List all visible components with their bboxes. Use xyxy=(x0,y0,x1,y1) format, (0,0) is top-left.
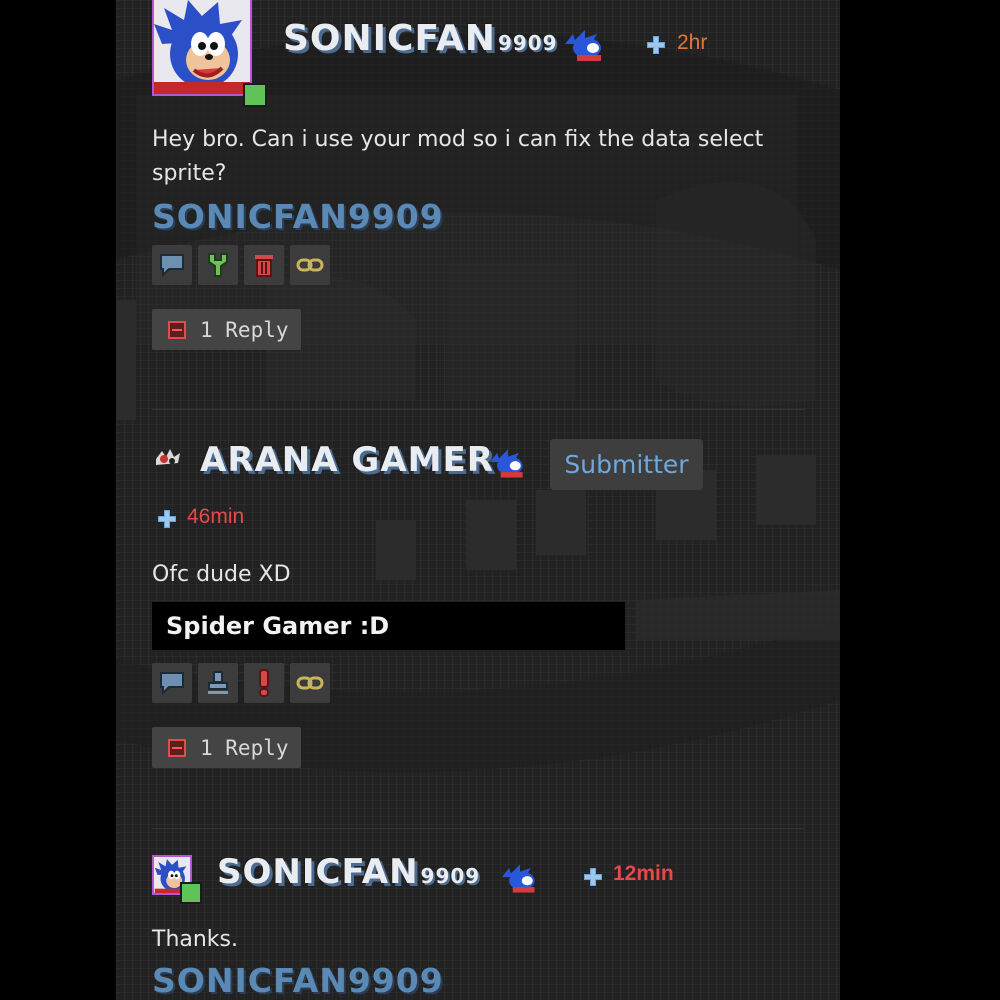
collapse-replies-button[interactable]: 1 Reply xyxy=(152,309,301,350)
link-icon xyxy=(296,258,324,272)
stamp-button[interactable] xyxy=(198,663,238,703)
reply-count-label: 1 Reply xyxy=(200,317,289,342)
stamp-icon xyxy=(208,671,228,694)
username-text: SONICFAN xyxy=(217,852,419,892)
plus-badge-icon xyxy=(158,510,176,528)
comment-body: Hey bro. Can i use your mod so i can fix… xyxy=(152,127,764,186)
report-button[interactable] xyxy=(244,663,284,703)
minus-icon xyxy=(168,738,186,757)
delete-button[interactable] xyxy=(244,245,284,285)
post-time[interactable]: 2hr xyxy=(677,31,707,55)
username[interactable]: SONICFAN 9909 xyxy=(283,18,558,59)
speech-bubble-icon xyxy=(160,672,184,695)
username[interactable]: SONICFAN 9909 xyxy=(217,852,480,892)
plus-badge-icon xyxy=(647,36,665,54)
plus-badge-icon xyxy=(584,868,602,886)
reply-count-label: 1 Reply xyxy=(200,735,289,760)
online-indicator xyxy=(243,83,267,107)
wrench-icon xyxy=(208,253,228,277)
sonic-rank-icon xyxy=(489,449,523,478)
reply-button[interactable] xyxy=(152,245,192,285)
sonic-avatar-icon xyxy=(154,0,250,94)
username-suffix: 9909 xyxy=(497,31,558,55)
username-text: SONICFAN xyxy=(283,18,496,59)
minus-icon xyxy=(168,320,186,339)
username[interactable]: ARANA GAMER xyxy=(200,440,494,480)
sonic-rank-icon xyxy=(565,30,601,61)
edit-button[interactable] xyxy=(198,245,238,285)
user-avatar[interactable] xyxy=(152,0,252,96)
signature-text: Spider Gamer :D xyxy=(166,612,390,640)
comment-body: Thanks. xyxy=(152,927,239,952)
exclamation-icon xyxy=(259,669,269,697)
comment-panel: SONICFAN 9909 2hr Hey bro. Can i use your… xyxy=(116,0,840,1000)
comment-body: Ofc dude XD xyxy=(152,562,291,587)
post-time[interactable]: 46min xyxy=(187,505,244,529)
sonic-rank-icon xyxy=(501,864,535,893)
comment-divider xyxy=(152,409,804,410)
submitter-badge: Submitter xyxy=(550,439,703,490)
signature: SONICFAN9909 xyxy=(152,197,444,236)
online-indicator xyxy=(180,882,202,904)
link-icon xyxy=(296,676,324,690)
comment-divider xyxy=(152,828,804,829)
post-time[interactable]: 12min xyxy=(613,862,674,886)
permalink-button[interactable] xyxy=(290,663,330,703)
reply-button[interactable] xyxy=(152,663,192,703)
username-suffix: 9909 xyxy=(420,864,481,888)
trash-icon xyxy=(255,255,273,277)
signature-banner: Spider Gamer :D xyxy=(152,602,625,650)
collapse-replies-button[interactable]: 1 Reply xyxy=(152,727,301,768)
signature: SONICFAN9909 xyxy=(152,961,444,1000)
spider-avatar-icon[interactable] xyxy=(152,445,182,469)
speech-bubble-icon xyxy=(160,254,184,277)
permalink-button[interactable] xyxy=(290,245,330,285)
